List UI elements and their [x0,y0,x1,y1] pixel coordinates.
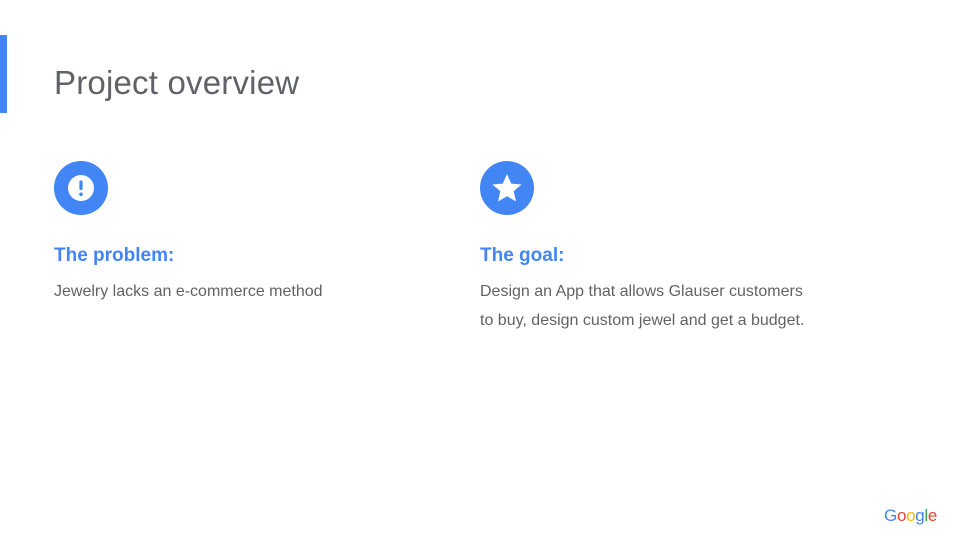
problem-description: Jewelry lacks an e-commerce method [54,277,434,306]
logo-letter: o [896,506,907,525]
goal-line: to buy, design custom jewel and get a bu… [480,312,805,329]
page-title: Project overview [54,64,300,101]
problem-section: The problem: Jewelry lacks an e-commerce… [54,161,434,306]
logo-letter: e [927,506,938,525]
goal-heading: The goal: [480,245,565,266]
problem-line: Jewelry lacks an e-commerce method [54,283,323,300]
star-icon [480,161,534,215]
logo-letter: o [906,506,916,525]
goal-section: The goal: Design an App that allows Glau… [480,161,860,335]
problem-heading: The problem: [54,245,175,266]
accent-bar [0,35,7,113]
logo-letter: g [915,506,925,525]
goal-description: Design an App that allows Glauser custom… [480,277,860,335]
exclamation-icon [54,161,108,215]
google-logo: Google [884,506,937,526]
logo-letter: G [884,506,897,525]
goal-line: Design an App that allows Glauser custom… [480,283,803,300]
